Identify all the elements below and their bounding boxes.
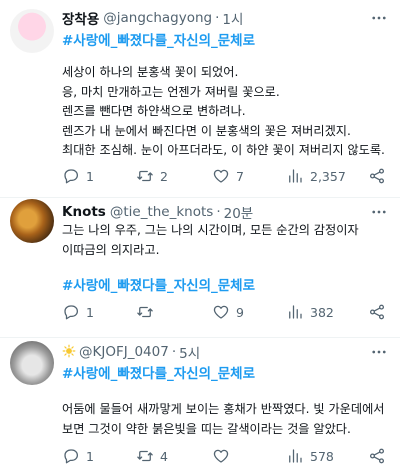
avatar[interactable] (10, 9, 54, 53)
tweet-text-line: 그는 나의 우주, 그는 나의 시간이며, 모든 순간의 감정이자 (62, 223, 359, 237)
timestamp[interactable]: 20분 (224, 202, 254, 222)
hashtag-link[interactable]: #사랑에_빠졌다를_자신의_문체로 (62, 362, 255, 382)
reply-icon (64, 305, 79, 320)
tweet-1[interactable]: 장착용 @jangchagyong · 1시 #사랑에_빠졌다를_자신의_문체로… (0, 0, 400, 198)
hashtag-link[interactable]: #사랑에_빠졌다를_자신의_문체로 (62, 274, 255, 294)
retweet-icon (137, 450, 153, 462)
tweet-3[interactable]: @KJOFJ_0407 · 5시 #사랑에_빠졌다를_자신의_문체로 어둠에 물… (0, 338, 400, 476)
more-horizontal-icon[interactable] (370, 202, 388, 222)
view-count: 578 (310, 448, 334, 464)
like-button[interactable]: 7 (212, 167, 244, 185)
user-handle[interactable]: @tie_the_knots (110, 204, 213, 220)
views-chart-icon (289, 305, 302, 319)
retweet-icon (137, 170, 153, 182)
tweet-text-line: 보면 그것이 약한 붉은빛을 띠는 갈색이라는 것을 알았다. (62, 421, 351, 436)
separator-dot: · (215, 10, 220, 26)
share-button[interactable] (368, 167, 386, 185)
tweet-text-line: 렌즈가 내 눈에서 빠진다면 이 분홍색의 꽃은 져버리겠지. (62, 123, 351, 138)
sun-emoji-icon (62, 344, 76, 361)
like-count: 7 (236, 168, 244, 184)
like-button[interactable]: 9 (212, 303, 244, 321)
share-icon (369, 304, 385, 320)
heart-icon (213, 449, 229, 463)
tweet-text-line: 렌즈를 뺀다면 하얀색으로 변하려나. (62, 104, 246, 118)
tweet-header: 장착용 @jangchagyong · 1시 (62, 8, 390, 28)
hashtag-link[interactable]: #사랑에_빠졌다를_자신의_문체로 (62, 29, 255, 49)
tweet-actions: 1 2 7 2,357 (62, 166, 386, 186)
tweet-text-line: 세상이 하나의 분홍색 꽃이 되었어. (62, 65, 239, 79)
reply-button[interactable]: 1 (62, 447, 94, 465)
share-button[interactable] (368, 447, 386, 465)
view-count: 382 (310, 304, 334, 320)
share-icon (369, 168, 385, 184)
views-button[interactable]: 578 (286, 447, 334, 465)
retweet-button[interactable]: 2 (136, 167, 168, 185)
views-button[interactable]: 2,357 (286, 167, 346, 185)
avatar[interactable] (10, 199, 54, 243)
separator-dot: · (216, 204, 221, 220)
timestamp[interactable]: 5시 (179, 342, 200, 362)
display-name[interactable]: 장착용 (62, 8, 99, 28)
more-horizontal-icon[interactable] (370, 342, 388, 362)
retweet-count: 4 (160, 448, 168, 464)
share-button[interactable] (368, 303, 386, 321)
like-button[interactable] (212, 447, 236, 465)
tweet-header: @KJOFJ_0407 · 5시 (62, 342, 390, 362)
tweet-header: Knots @tie_the_knots · 20분 (62, 202, 390, 222)
tweet-text-line: 이따금의 의지라고. (62, 242, 160, 257)
retweet-icon (137, 306, 153, 318)
views-button[interactable]: 382 (286, 303, 334, 321)
share-icon (369, 448, 385, 464)
views-chart-icon (289, 169, 302, 183)
avatar[interactable] (10, 341, 54, 385)
tweet-2[interactable]: Knots @tie_the_knots · 20분 그는 나의 우주, 그는 … (0, 198, 400, 338)
heart-icon (213, 169, 229, 183)
reply-count: 1 (86, 168, 94, 184)
views-chart-icon (289, 449, 302, 463)
like-count: 9 (236, 304, 244, 320)
reply-count: 1 (86, 304, 94, 320)
more-horizontal-icon[interactable] (370, 8, 388, 28)
tweet-text: 어둠에 물들어 새까맣게 보이는 홍채가 반짝였다. 빛 가운데에서 보면 그것… (62, 400, 385, 439)
retweet-count: 2 (160, 168, 168, 184)
tweet-text-line: 어둠에 물들어 새까맣게 보이는 홍채가 반짝였다. 빛 가운데에서 (62, 402, 385, 416)
timestamp[interactable]: 1시 (222, 8, 243, 28)
tweet-actions: 1 9 382 (62, 302, 386, 322)
tweet-text: 세상이 하나의 분홍색 꽃이 되었어. 응, 마치 만개하고는 언젠가 져버릴 … (62, 63, 385, 161)
reply-icon (64, 449, 79, 464)
display-name[interactable]: Knots (62, 204, 106, 220)
separator-dot: · (171, 344, 177, 360)
reply-count: 1 (86, 448, 94, 464)
user-handle[interactable]: @jangchagyong (103, 10, 212, 26)
user-handle[interactable]: @KJOFJ_0407 (79, 344, 169, 360)
retweet-button[interactable] (136, 303, 160, 321)
view-count: 2,357 (310, 168, 346, 184)
tweet-text: 그는 나의 우주, 그는 나의 시간이며, 모든 순간의 감정이자 이따금의 의… (62, 221, 384, 260)
reply-button[interactable]: 1 (62, 167, 94, 185)
retweet-button[interactable]: 4 (136, 447, 168, 465)
tweet-text-line: 응, 마치 만개하고는 언젠가 져버릴 꽃으로. (62, 84, 280, 99)
tweet-text-line: 최대한 조심해. 눈이 아프더라도, 이 하얀 꽃이 져버리지 않도록. (62, 143, 385, 157)
reply-button[interactable]: 1 (62, 303, 94, 321)
tweet-actions: 1 4 578 (62, 446, 386, 466)
reply-icon (64, 169, 79, 184)
heart-icon (213, 305, 229, 319)
